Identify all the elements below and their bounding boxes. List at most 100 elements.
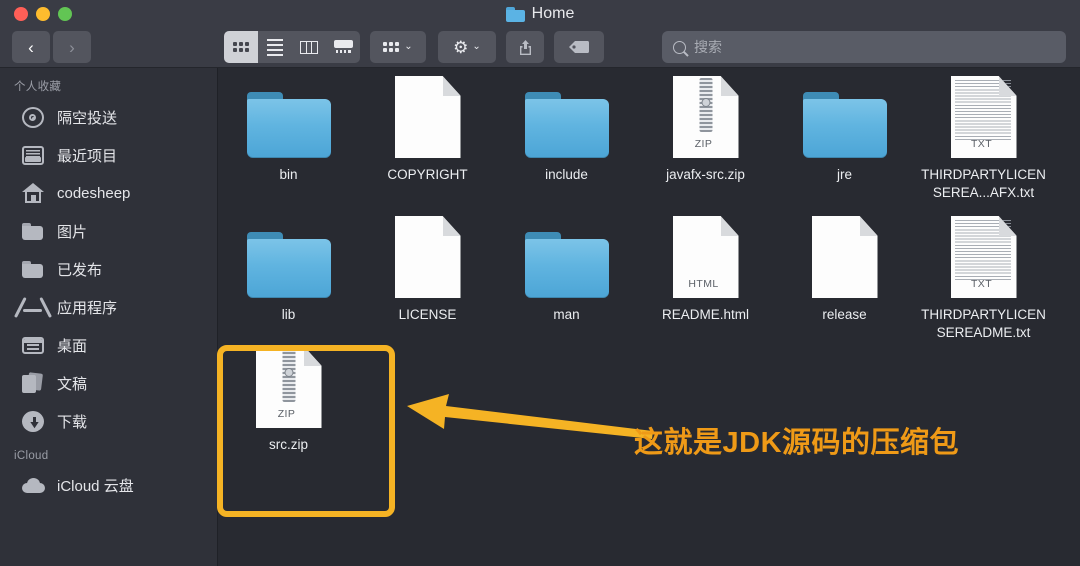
- sidebar-item-label: iCloud 云盘: [57, 477, 134, 495]
- sidebar-item-label: 下载: [57, 413, 88, 431]
- share-icon: [519, 39, 531, 55]
- sidebar-item-home[interactable]: codesheep: [0, 174, 217, 212]
- file-type-badge: ZIP: [694, 138, 713, 150]
- file-item[interactable]: release: [775, 214, 914, 342]
- navigation-buttons: ‹ ›: [12, 31, 91, 63]
- airdrop-icon: [22, 106, 44, 128]
- gallery-view-button[interactable]: [326, 31, 360, 63]
- file-icon-container: [524, 214, 609, 298]
- window-title: Home: [0, 4, 1080, 24]
- chevron-right-icon: ›: [69, 37, 75, 57]
- file-item[interactable]: jre: [775, 74, 914, 202]
- share-button[interactable]: [506, 31, 544, 63]
- tag-icon: [569, 41, 590, 53]
- file-grid-row: ZIP src.zip: [219, 344, 1080, 454]
- file-label: LICENSE: [398, 307, 457, 322]
- sidebar-item-label: 隔空投送: [57, 109, 118, 127]
- sidebar-item-airdrop[interactable]: 隔空投送: [0, 98, 217, 136]
- sidebar-item-applications[interactable]: 应用程序: [0, 288, 217, 326]
- search-icon: [673, 40, 686, 54]
- file-item[interactable]: HTML README.html: [636, 214, 775, 342]
- finder-window: Home ‹ › ⌄ ⚙ ⌄ 搜索 个人收藏 隔空投送 最近项目 codeshe…: [0, 0, 1080, 566]
- list-view-button[interactable]: [258, 31, 292, 63]
- file-item[interactable]: TXT THIRDPARTYLICENSEREA...AFX.txt: [914, 74, 1053, 202]
- sidebar-item-folder[interactable]: 已发布: [0, 250, 217, 288]
- folder-icon: [802, 92, 887, 158]
- back-button[interactable]: ‹: [12, 31, 50, 63]
- sidebar[interactable]: 个人收藏隔空投送最近项目 codesheep 图片已发布应用程序桌面文稿下载 iClo…: [0, 68, 218, 566]
- sidebar-item-label: 文稿: [57, 375, 88, 393]
- file-label: jre: [836, 167, 852, 182]
- columns-icon: [300, 40, 318, 54]
- file-item[interactable]: lib: [219, 214, 358, 342]
- file-label: include: [545, 167, 588, 182]
- file-grid[interactable]: bin COPYRIGHT include ZIP javafx-src.zip jre T…: [219, 68, 1080, 566]
- window-titlebar: Home ‹ › ⌄ ⚙ ⌄ 搜索: [0, 0, 1080, 68]
- sidebar-item-label: 已发布: [57, 261, 103, 279]
- file-icon-container: TXT: [950, 214, 1017, 298]
- search-input[interactable]: 搜索: [662, 31, 1066, 63]
- applications-icon: [22, 297, 44, 317]
- file-label: THIRDPARTYLICENSEREA...AFX.txt: [921, 167, 1046, 200]
- sidebar-item-recents[interactable]: 最近项目: [0, 136, 217, 174]
- gear-icon: ⚙: [453, 37, 469, 57]
- sidebar-item-label: codesheep: [57, 184, 131, 202]
- grid-icon: [233, 42, 249, 52]
- folder-icon: [246, 92, 331, 158]
- folder-icon: [22, 222, 44, 240]
- text-file-icon: TXT: [950, 76, 1017, 158]
- cloud-icon: [22, 477, 45, 493]
- file-item[interactable]: TXT THIRDPARTYLICENSEREADME.txt: [914, 214, 1053, 342]
- sidebar-section-header: iCloud: [14, 450, 49, 462]
- file-icon-container: ZIP: [255, 344, 322, 428]
- sidebar-item-label: 最近项目: [57, 147, 118, 165]
- text-file-icon: TXT: [950, 216, 1017, 298]
- documents-icon: [22, 373, 44, 393]
- forward-button[interactable]: ›: [53, 31, 91, 63]
- sidebar-item-desktop[interactable]: 桌面: [0, 326, 217, 364]
- icon-view-button[interactable]: [224, 31, 258, 63]
- file-item[interactable]: LICENSE: [358, 214, 497, 342]
- file-type-badge: TXT: [970, 138, 993, 150]
- file-type-badge: ZIP: [277, 408, 296, 420]
- tag-button[interactable]: [554, 31, 604, 63]
- view-mode-segmented-control: [224, 31, 360, 63]
- file-icon-container: [524, 74, 609, 158]
- action-button[interactable]: ⚙ ⌄: [438, 31, 496, 63]
- sidebar-section-header: 个人收藏: [14, 81, 62, 93]
- chevron-left-icon: ‹: [28, 37, 34, 57]
- sidebar-item-label: 桌面: [57, 337, 88, 355]
- file-icon-container: [802, 74, 887, 158]
- zip-file-icon: ZIP: [672, 76, 739, 158]
- file-item[interactable]: bin: [219, 74, 358, 202]
- downloads-icon: [22, 410, 44, 432]
- home-icon: [22, 183, 44, 203]
- sidebar-item-folder[interactable]: 图片: [0, 212, 217, 250]
- file-item[interactable]: COPYRIGHT: [358, 74, 497, 202]
- zipper-icon: [282, 348, 295, 402]
- sidebar-item-documents[interactable]: 文稿: [0, 364, 217, 402]
- sidebar-item-cloud[interactable]: iCloud 云盘: [0, 466, 217, 504]
- file-item[interactable]: man: [497, 214, 636, 342]
- chevron-down-icon: ⌄: [404, 41, 413, 52]
- group-by-button[interactable]: ⌄: [370, 31, 426, 63]
- search-placeholder: 搜索: [694, 39, 722, 55]
- file-label: src.zip: [268, 437, 308, 452]
- window-title-text: Home: [531, 5, 575, 22]
- sidebar-item-downloads[interactable]: 下载: [0, 402, 217, 440]
- file-grid-row: bin COPYRIGHT include ZIP javafx-src.zip jre T…: [219, 74, 1080, 202]
- file-label: javafx-src.zip: [666, 167, 745, 182]
- file-item[interactable]: include: [497, 74, 636, 202]
- folder-icon: [505, 6, 525, 22]
- file-label: COPYRIGHT: [387, 167, 468, 182]
- column-view-button[interactable]: [292, 31, 326, 63]
- toolbar: ‹ › ⌄ ⚙ ⌄ 搜索: [0, 30, 1080, 66]
- document-icon: [394, 76, 461, 158]
- file-item[interactable]: ZIP javafx-src.zip: [636, 74, 775, 202]
- file-icon-container: [394, 74, 461, 158]
- file-item[interactable]: ZIP src.zip: [219, 344, 358, 454]
- folder-icon: [524, 232, 609, 298]
- chevron-down-icon: ⌄: [472, 41, 481, 52]
- gallery-icon: [333, 40, 353, 54]
- list-icon: [267, 38, 283, 56]
